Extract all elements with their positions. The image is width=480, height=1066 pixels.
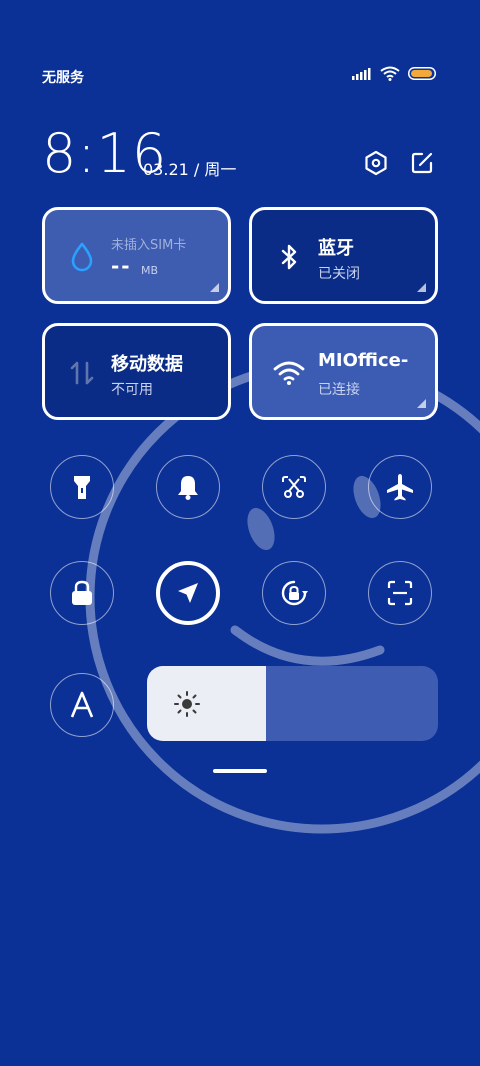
bluetooth-status: 已关闭 — [318, 266, 360, 282]
lock-screen-toggle[interactable] — [50, 561, 114, 625]
edit-icon[interactable] — [409, 150, 435, 176]
tile-expand-corner — [417, 399, 426, 408]
sun-icon — [174, 691, 200, 717]
rotation-lock-toggle[interactable] — [262, 561, 326, 625]
bluetooth-icon — [281, 244, 297, 270]
brightness-slider-fill — [147, 666, 267, 741]
data-usage-value: -- — [111, 254, 132, 278]
location-toggle[interactable] — [156, 561, 220, 625]
settings-icon[interactable] — [363, 150, 389, 176]
carrier-label: 无服务 — [42, 70, 84, 86]
wifi-icon — [273, 361, 305, 385]
brightness-slider[interactable] — [147, 666, 438, 741]
screenshot-toggle[interactable] — [262, 455, 326, 519]
wifi-status-icon — [380, 66, 400, 81]
rotation-lock-icon — [281, 580, 308, 606]
flashlight-icon — [74, 476, 90, 499]
bluetooth-title: 蓝牙 — [318, 238, 354, 259]
data-usage-unit: MB — [141, 264, 159, 277]
signal-bars-icon — [352, 67, 371, 80]
sim-status-label: 未插入SIM卡 — [111, 238, 187, 253]
status-bar: 无服务 — [0, 60, 480, 92]
status-icons — [352, 66, 436, 81]
airplane-icon — [387, 474, 413, 501]
wifi-network-name: MIOffice- — [318, 350, 409, 371]
tile-expand-corner — [417, 283, 426, 292]
battery-icon — [408, 67, 436, 80]
scissors-screenshot-icon — [282, 476, 306, 498]
mobile-data-tile[interactable]: 移动数据 不可用 — [42, 323, 231, 420]
mobile-data-title: 移动数据 — [111, 354, 183, 375]
auto-brightness-toggle[interactable] — [50, 673, 114, 737]
letter-a-icon — [70, 691, 94, 718]
bluetooth-tile[interactable]: 蓝牙 已关闭 — [249, 207, 438, 304]
clock-header: 8:16 03.21 / 周一 — [42, 120, 442, 190]
water-drop-icon — [71, 242, 93, 272]
wifi-status: 已连接 — [318, 382, 360, 398]
tile-expand-corner — [210, 283, 219, 292]
scan-icon — [387, 580, 413, 606]
flashlight-toggle[interactable] — [50, 455, 114, 519]
scanner-toggle[interactable] — [368, 561, 432, 625]
drag-handle[interactable] — [213, 769, 267, 773]
data-arrows-icon — [70, 361, 94, 385]
data-usage-tile[interactable]: 未插入SIM卡 -- MB — [42, 207, 231, 304]
bell-icon — [178, 476, 198, 500]
mobile-data-status: 不可用 — [111, 382, 153, 398]
wifi-tile[interactable]: MIOffice- 已连接 — [249, 323, 438, 420]
airplane-mode-toggle[interactable] — [368, 455, 432, 519]
silent-toggle[interactable] — [156, 455, 220, 519]
location-arrow-icon — [178, 583, 198, 603]
clock-date: 03.21 / 周一 — [143, 160, 237, 179]
lock-icon — [72, 580, 92, 605]
